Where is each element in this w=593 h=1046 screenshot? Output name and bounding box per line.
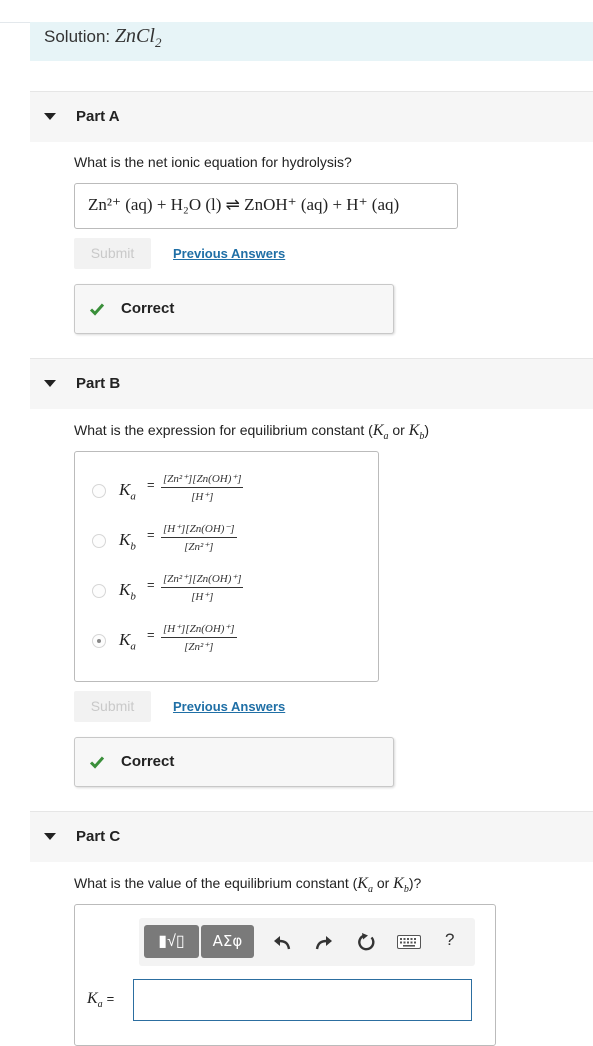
part-a-submit-button[interactable]: Submit: [74, 238, 151, 269]
fraction-numerator: [Zn²⁺][Zn(OH)⁺]: [161, 572, 244, 588]
part-a-header[interactable]: Part A: [30, 91, 593, 142]
choice-fraction: [H⁺][Zn(OH)⁻] [Zn²⁺]: [161, 522, 237, 553]
part-a-previous-answers-link[interactable]: Previous Answers: [173, 246, 285, 261]
part-c-answer-editor: ▮√▯ ΑΣφ ? Ka =: [74, 904, 496, 1046]
choice-fraction: [Zn²⁺][Zn(OH)⁺] [H⁺]: [161, 572, 244, 603]
solution-banner: Solution: ZnCl2: [30, 22, 593, 61]
redo-icon[interactable]: [314, 932, 334, 952]
part-b-header[interactable]: Part B: [30, 358, 593, 409]
templates-button[interactable]: ▮√▯: [144, 925, 199, 958]
fraction-numerator: [H⁺][Zn(OH)⁺]: [161, 622, 237, 638]
part-a-answer: Zn²⁺ (aq) + H₂O (l) ⇌ ZnOH⁺ (aq) + H⁺ (a…: [88, 195, 400, 214]
part-a-question: What is the net ionic equation for hydro…: [74, 154, 352, 170]
radio-button[interactable]: [92, 584, 106, 598]
choice-option[interactable]: Kb = [H⁺][Zn(OH)⁻] [Zn²⁺]: [75, 516, 378, 566]
part-b-choices: Ka = [Zn²⁺][Zn(OH)⁺] [H⁺] Kb = [H⁺][Zn(O…: [74, 451, 379, 682]
choice-k-label: Kb: [119, 530, 136, 553]
equals-sign: =: [147, 527, 155, 542]
ka-input-label: Ka =: [87, 990, 115, 1011]
part-c-label: Part C: [76, 828, 121, 845]
part-b-submit-button[interactable]: Submit: [74, 691, 151, 722]
radio-button[interactable]: [92, 534, 106, 548]
fraction-denominator: [Zn²⁺]: [184, 641, 214, 653]
fraction-denominator: [H⁺]: [191, 591, 214, 603]
part-a-status: Correct: [121, 300, 175, 317]
keyboard-icon[interactable]: [397, 935, 421, 949]
top-bar: [0, 0, 593, 23]
part-c-header[interactable]: Part C: [30, 811, 593, 862]
fraction-numerator: [Zn²⁺][Zn(OH)⁺]: [161, 472, 244, 488]
radio-button-selected[interactable]: [92, 634, 106, 648]
choice-fraction: [Zn²⁺][Zn(OH)⁺] [H⁺]: [161, 472, 244, 503]
part-b-label: Part B: [76, 375, 121, 392]
choice-option-selected[interactable]: Ka = [H⁺][Zn(OH)⁺] [Zn²⁺]: [75, 616, 378, 666]
math-toolbar: ▮√▯ ΑΣφ ?: [139, 918, 475, 966]
part-a-label: Part A: [76, 108, 120, 125]
part-b-question: What is the expression for equilibrium c…: [74, 422, 430, 443]
part-a-feedback: Correct: [74, 284, 394, 334]
equals-sign: =: [147, 627, 155, 642]
choice-option[interactable]: Kb = [Zn²⁺][Zn(OH)⁺] [H⁺]: [75, 566, 378, 616]
ka-answer-input[interactable]: [133, 979, 472, 1021]
radio-button[interactable]: [92, 484, 106, 498]
part-b-feedback: Correct: [74, 737, 394, 787]
solution-text: Solution: ZnCl2: [44, 25, 161, 51]
undo-icon[interactable]: [272, 932, 292, 952]
help-icon[interactable]: ?: [445, 930, 454, 950]
part-b-status: Correct: [121, 753, 175, 770]
part-c-question: What is the value of the equilibrium con…: [74, 875, 422, 896]
equals-sign: =: [147, 577, 155, 592]
checkmark-icon: [89, 756, 105, 769]
checkmark-icon: [89, 303, 105, 316]
choice-k-label: Ka: [119, 630, 136, 653]
fraction-numerator: [H⁺][Zn(OH)⁻]: [161, 522, 237, 538]
part-a-answer-box: Zn²⁺ (aq) + H₂O (l) ⇌ ZnOH⁺ (aq) + H⁺ (a…: [74, 183, 458, 229]
part-b-previous-answers-link[interactable]: Previous Answers: [173, 699, 285, 714]
reset-icon[interactable]: [357, 932, 377, 952]
greek-symbols-button[interactable]: ΑΣφ: [201, 925, 254, 958]
collapse-triangle-icon[interactable]: [44, 833, 56, 840]
choice-k-label: Kb: [119, 580, 136, 603]
choice-fraction: [H⁺][Zn(OH)⁺] [Zn²⁺]: [161, 622, 237, 653]
fraction-denominator: [Zn²⁺]: [184, 541, 214, 553]
collapse-triangle-icon[interactable]: [44, 380, 56, 387]
solution-label: Solution:: [44, 27, 111, 46]
solution-formula: ZnCl2: [114, 25, 162, 50]
choice-k-label: Ka: [119, 480, 136, 503]
collapse-triangle-icon[interactable]: [44, 113, 56, 120]
equals-sign: =: [147, 477, 155, 492]
fraction-denominator: [H⁺]: [191, 491, 214, 503]
choice-option[interactable]: Ka = [Zn²⁺][Zn(OH)⁺] [H⁺]: [75, 466, 378, 516]
